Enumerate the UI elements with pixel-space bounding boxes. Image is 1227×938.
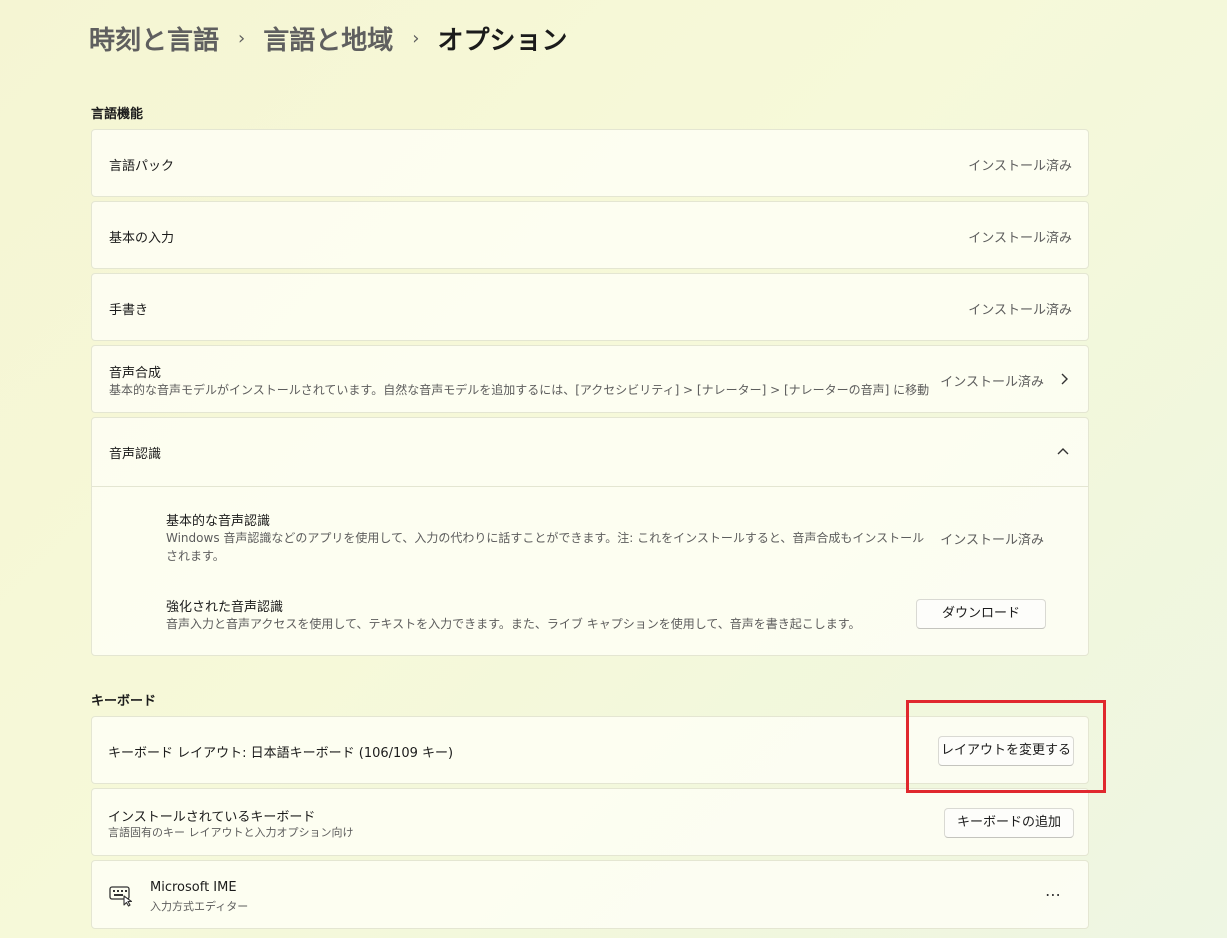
speech-recognition-header[interactable]: 音声認識 bbox=[92, 418, 1088, 486]
tts-status: インストール済み bbox=[940, 375, 1044, 390]
breadcrumb: 時刻と言語 › 言語と地域 › オプション bbox=[89, 18, 567, 58]
keyboard-icon bbox=[109, 885, 133, 911]
enhanced-speech-label: 強化された音声認識 bbox=[166, 600, 284, 615]
breadcrumb-time-language[interactable]: 時刻と言語 bbox=[89, 20, 219, 57]
handwriting-label: 手書き bbox=[109, 303, 149, 318]
basic-typing-row: 基本の入力 インストール済み bbox=[91, 201, 1089, 269]
language-pack-row: 言語パック インストール済み bbox=[91, 129, 1089, 197]
chevron-up-icon bbox=[1056, 445, 1070, 459]
installed-keyboards-row: インストールされているキーボード 言語固有のキー レイアウトと入力オプション向け… bbox=[91, 788, 1089, 856]
download-button[interactable]: ダウンロード bbox=[916, 599, 1046, 629]
speech-recognition-label: 音声認識 bbox=[109, 447, 162, 462]
tts-description: 基本的な音声モデルがインストールされています。自然な音声モデルを追加するには、[… bbox=[109, 383, 930, 397]
installed-keyboards-description: 言語固有のキー レイアウトと入力オプション向け bbox=[108, 826, 354, 839]
more-options-icon[interactable]: ⋯ bbox=[1045, 885, 1062, 904]
ime-row[interactable]: Microsoft IME 入力方式エディター ⋯ bbox=[91, 860, 1089, 929]
section-title-language-features: 言語機能 bbox=[91, 107, 144, 122]
handwriting-row: 手書き インストール済み bbox=[91, 273, 1089, 341]
installed-keyboards-label: インストールされているキーボード bbox=[108, 810, 316, 825]
ime-subtitle: 入力方式エディター bbox=[150, 900, 249, 913]
add-keyboard-button[interactable]: キーボードの追加 bbox=[944, 808, 1074, 838]
chevron-right-icon bbox=[1059, 372, 1069, 389]
basic-speech-status: インストール済み bbox=[940, 533, 1044, 548]
ime-name: Microsoft IME bbox=[150, 880, 237, 895]
highlight-box bbox=[906, 700, 1106, 793]
tts-label: 音声合成 bbox=[109, 366, 162, 381]
keyboard-layout-label: キーボード レイアウト: 日本語キーボード (106/109 キー) bbox=[108, 746, 454, 761]
breadcrumb-separator: › bbox=[412, 27, 420, 49]
speech-recognition-card: 音声認識 基本的な音声認識 Windows 音声認識などのアプリを使用して、入力… bbox=[91, 417, 1089, 656]
language-pack-label: 言語パック bbox=[109, 159, 175, 174]
breadcrumb-language-region[interactable]: 言語と地域 bbox=[263, 20, 393, 57]
enhanced-speech-description: 音声入力と音声アクセスを使用して、テキストを入力できます。また、ライブ キャプシ… bbox=[166, 617, 861, 631]
language-pack-status: インストール済み bbox=[968, 159, 1072, 174]
basic-speech-description: Windows 音声認識などのアプリを使用して、入力の代わりに話すことができます… bbox=[166, 531, 925, 563]
basic-typing-status: インストール済み bbox=[968, 231, 1072, 246]
page-title: オプション bbox=[437, 25, 568, 56]
divider bbox=[92, 486, 1088, 487]
basic-typing-label: 基本の入力 bbox=[109, 231, 175, 246]
breadcrumb-separator: › bbox=[238, 27, 246, 49]
handwriting-status: インストール済み bbox=[968, 303, 1072, 318]
section-title-keyboard: キーボード bbox=[91, 694, 157, 709]
tts-row[interactable]: 音声合成 基本的な音声モデルがインストールされています。自然な音声モデルを追加す… bbox=[91, 345, 1089, 413]
basic-speech-label: 基本的な音声認識 bbox=[166, 514, 271, 529]
